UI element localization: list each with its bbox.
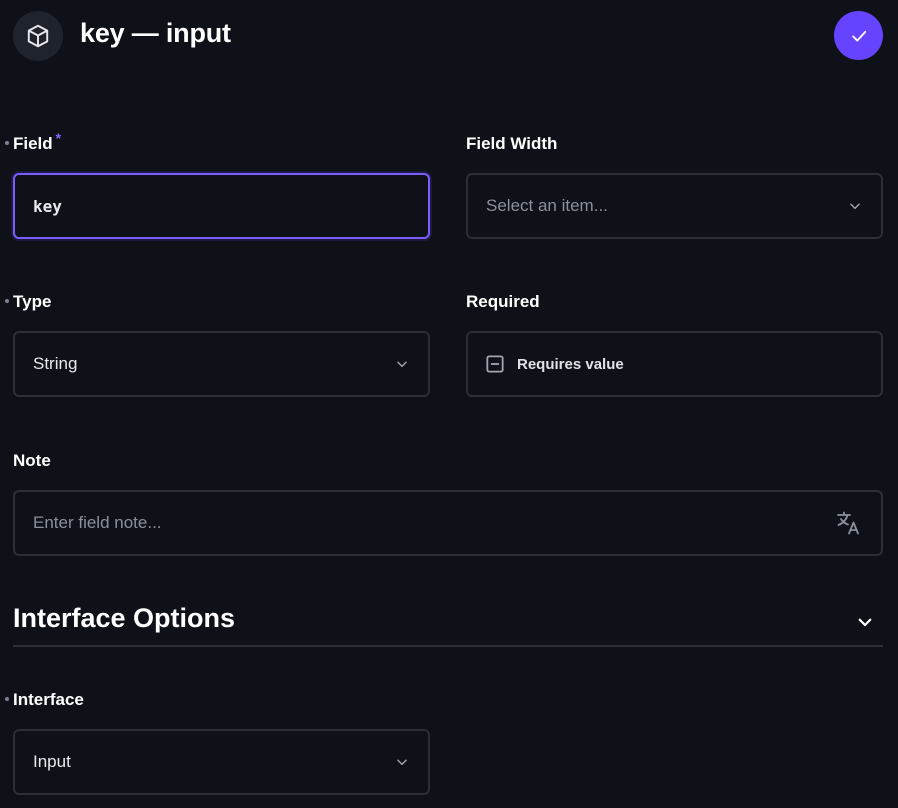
section-divider xyxy=(13,645,883,647)
required-checkbox[interactable]: Requires value xyxy=(466,331,883,397)
field-key-input[interactable]: key xyxy=(13,173,430,239)
type-label-row: Type xyxy=(5,291,430,313)
note-placeholder: Enter field note... xyxy=(33,513,162,532)
field-width-placeholder: Select an item... xyxy=(486,196,608,215)
type-group: Type String xyxy=(5,291,430,397)
modified-dot xyxy=(5,299,9,303)
type-value: String xyxy=(33,354,78,373)
field-editor-page: key — input Field * key Field Width Selec… xyxy=(0,0,898,808)
checkbox-indeterminate-icon xyxy=(486,355,504,373)
field-key-value: key xyxy=(33,196,62,216)
translate-icon[interactable] xyxy=(835,509,863,537)
field-group: Field * key xyxy=(5,130,430,239)
interface-group: Interface Input xyxy=(5,689,430,795)
modified-dot xyxy=(5,141,9,145)
note-label: Note xyxy=(13,451,51,470)
interface-label-row: Interface xyxy=(5,689,430,711)
check-icon xyxy=(849,26,869,46)
required-checkbox-label: Requires value xyxy=(517,355,624,373)
field-width-select[interactable]: Select an item... xyxy=(466,173,883,239)
note-input[interactable]: Enter field note... xyxy=(13,490,883,556)
interface-label: Interface xyxy=(13,690,84,709)
type-select[interactable]: String xyxy=(13,331,430,397)
interface-value: Input xyxy=(33,752,71,771)
required-star: * xyxy=(55,130,62,146)
interface-select[interactable]: Input xyxy=(13,729,430,795)
save-button[interactable] xyxy=(834,11,883,60)
required-group: Required Requires value xyxy=(466,291,883,397)
chevron-down-icon xyxy=(847,198,863,214)
field-width-group: Field Width Select an item... xyxy=(466,133,883,239)
interface-options-heading: Interface Options xyxy=(13,603,236,633)
field-width-label: Field Width xyxy=(466,134,558,153)
page-title: key — input xyxy=(80,18,231,48)
chevron-down-icon xyxy=(394,754,410,770)
modified-dot xyxy=(5,697,9,701)
required-label: Required xyxy=(466,292,540,311)
chevron-down-icon[interactable] xyxy=(853,610,877,634)
cube-icon xyxy=(13,11,63,61)
field-label: Field xyxy=(13,134,53,153)
field-label-row: Field * xyxy=(5,130,430,155)
type-label: Type xyxy=(13,292,52,311)
chevron-down-icon xyxy=(394,356,410,372)
note-group: Note Enter field note... xyxy=(13,450,883,556)
